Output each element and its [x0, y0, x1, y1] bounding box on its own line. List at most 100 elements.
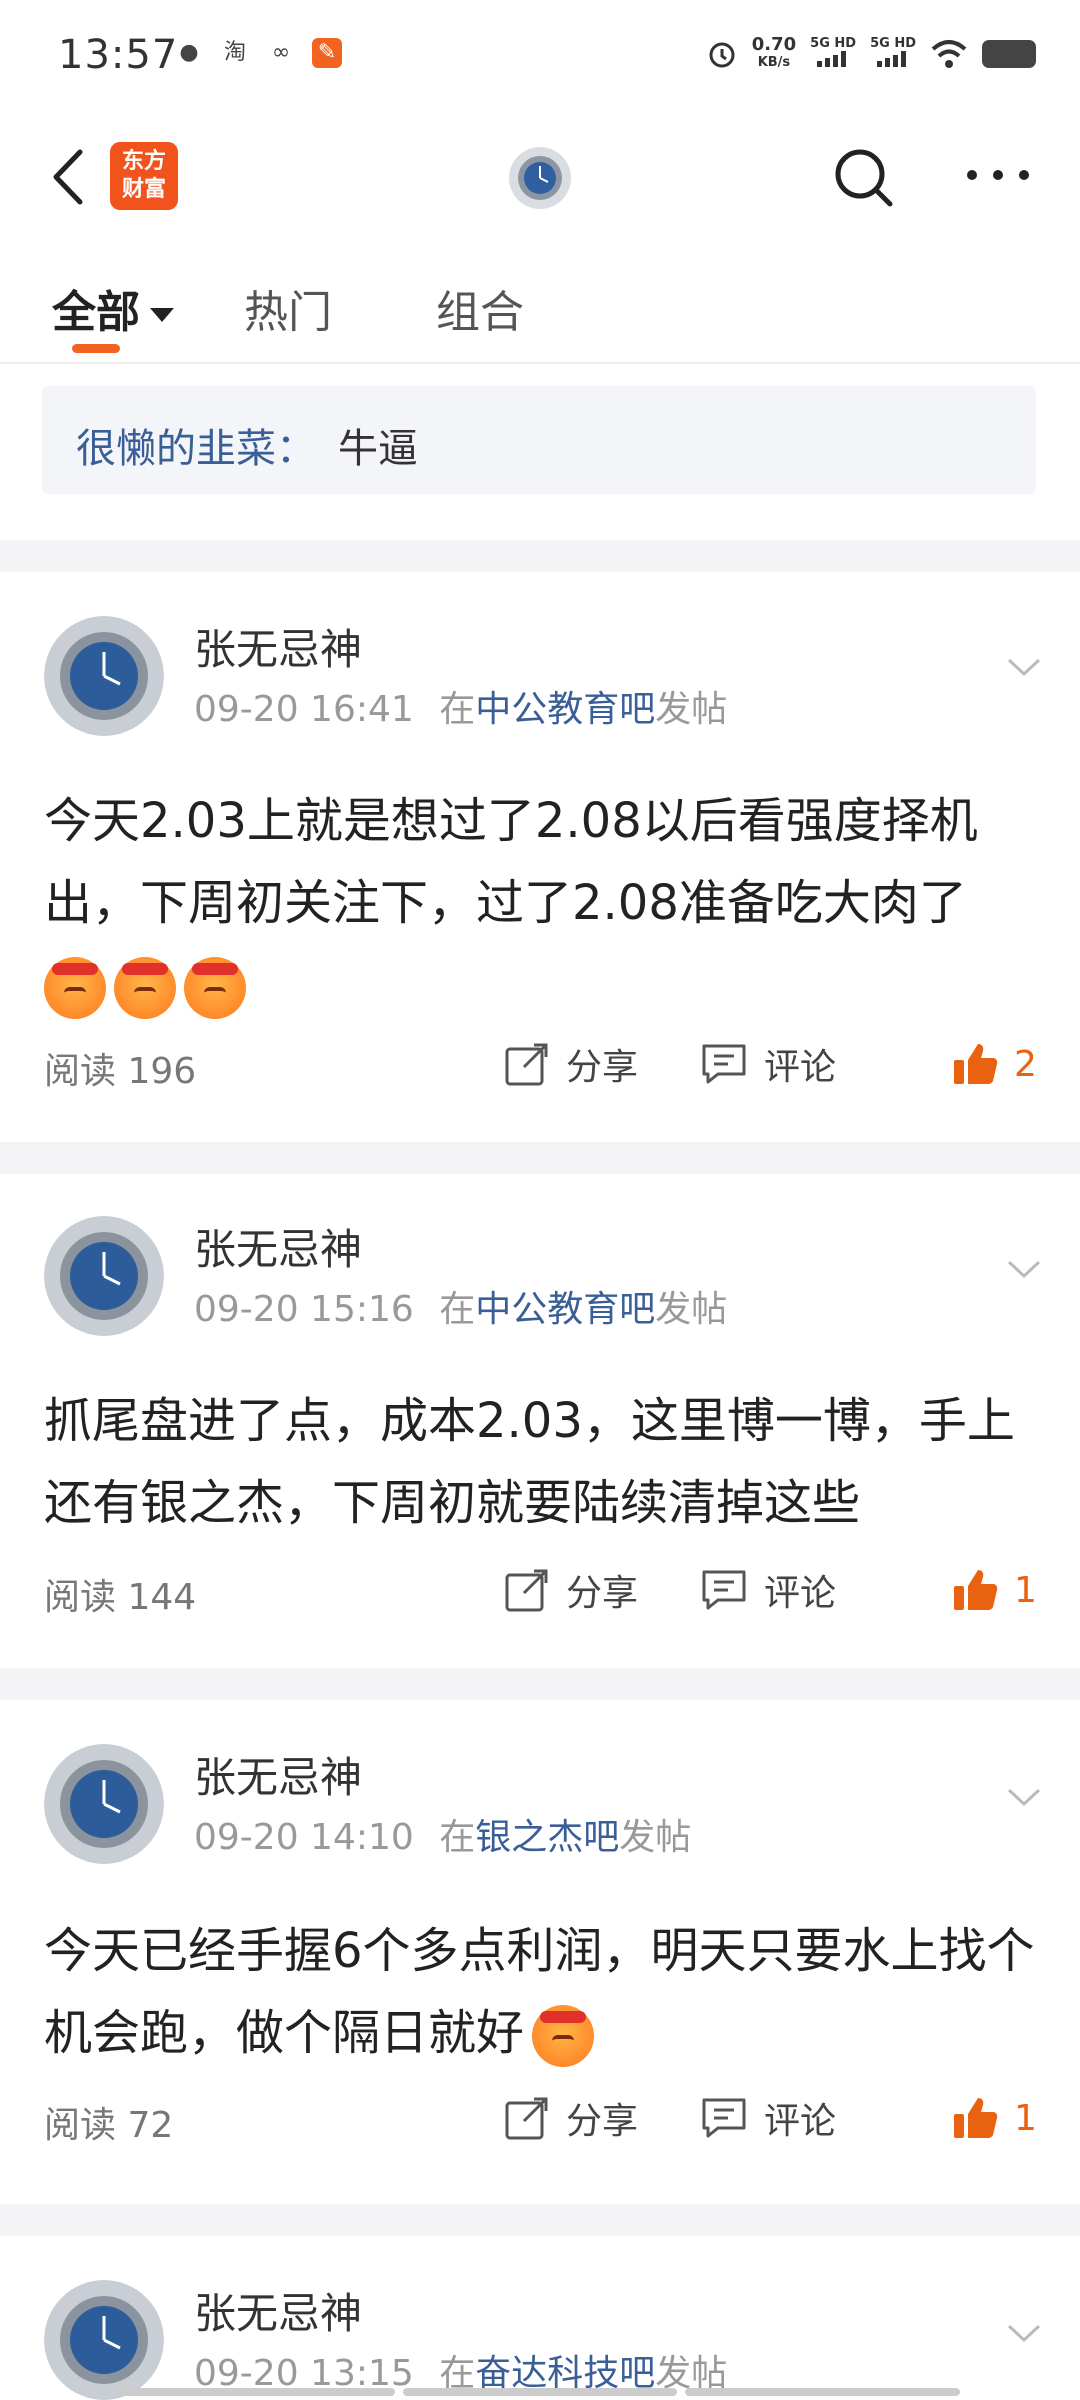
post-suffix: 发帖	[619, 1817, 692, 1858]
section-divider	[0, 1142, 1080, 1174]
app-badge-icon: ✎	[312, 38, 342, 68]
share-button[interactable]: 分享	[504, 1036, 638, 1092]
bar-link[interactable]: 银之杰吧	[475, 1817, 619, 1858]
link-icon: ∞	[271, 40, 291, 65]
post-card[interactable]: 张无忌神 09-20 16:41 在中公教育吧发帖 今天2.03上就是想过了2.…	[0, 572, 1080, 1142]
avatar[interactable]	[44, 1744, 164, 1864]
post-in: 在	[439, 1289, 476, 1330]
status-time: 13:57	[58, 32, 179, 78]
post-footer: 阅读 72 分享 评论 1	[0, 2090, 1080, 2150]
post-time: 09-20 14:10	[194, 1817, 414, 1858]
notification-icons: ● 淘 ∞ ✎	[174, 38, 342, 68]
quote-user[interactable]: 很懒的韭菜：	[76, 416, 316, 474]
thumbs-up-icon	[954, 1570, 998, 1610]
post-time: 09-20 15:16	[194, 1289, 414, 1330]
reply-quote[interactable]: 很懒的韭菜： 牛逼	[42, 386, 1036, 494]
post-meta: 09-20 16:41 在中公教育吧发帖	[194, 680, 727, 732]
post-time: 09-20 16:41	[194, 689, 414, 730]
post-content[interactable]: 今天2.03上就是想过了2.08以后看强度择机出，下周初关注下，过了2.08准备…	[44, 780, 1044, 1026]
like-button[interactable]: 1	[952, 1562, 1037, 1618]
comment-button[interactable]: 评论	[700, 1562, 836, 1618]
author-name[interactable]: 张无忌神	[194, 1216, 362, 1277]
chevron-down-icon[interactable]	[1006, 1786, 1042, 1808]
angry-emoji-icon	[44, 957, 106, 1019]
speed-value: 0.70	[751, 34, 797, 55]
post-content[interactable]: 今天已经手握6个多点利润，明天只要水上找个机会跑，做个隔日就好	[44, 1910, 1044, 2074]
wifi-icon	[931, 40, 967, 68]
like-button[interactable]: 1	[952, 2090, 1037, 2146]
author-name[interactable]: 张无忌神	[194, 1744, 362, 1805]
section-divider	[0, 540, 1080, 572]
share-icon	[505, 1043, 548, 1086]
share-icon	[505, 1569, 548, 1612]
tab-all-label: 全部	[52, 287, 140, 338]
signal-1: 5G HD	[810, 37, 856, 71]
network-speed: 0.70 KB/s	[752, 36, 796, 72]
quote-text: 牛逼	[338, 426, 418, 472]
comment-icon	[702, 1570, 746, 1610]
author-name[interactable]: 张无忌神	[194, 616, 362, 677]
post-meta: 09-20 15:16 在中公教育吧发帖	[194, 1280, 727, 1332]
comment-button[interactable]: 评论	[700, 1036, 836, 1092]
search-icon[interactable]	[828, 142, 900, 214]
post-suffix: 发帖	[655, 689, 728, 730]
angry-emoji-icon	[532, 2005, 595, 2067]
alarm-icon	[709, 42, 735, 68]
signal-icon	[817, 51, 847, 67]
network-label-2: 5G HD	[870, 36, 916, 51]
caret-down-icon	[150, 308, 174, 322]
comment-icon	[702, 2098, 746, 2138]
comment-icon	[702, 1044, 746, 1084]
post-card[interactable]: 张无忌神 09-20 15:16 在中公教育吧发帖 抓尾盘进了点，成本2.03，…	[0, 1174, 1080, 1668]
angry-emoji-icon	[114, 957, 176, 1019]
taobao-icon: 淘	[223, 40, 246, 65]
like-count: 2	[1014, 1043, 1037, 1085]
bar-link[interactable]: 中公教育吧	[475, 1289, 655, 1330]
chevron-down-icon[interactable]	[1006, 1258, 1042, 1280]
angry-emoji-icon	[184, 957, 246, 1019]
post-card[interactable]: 张无忌神 09-20 13:15 在奋达科技吧发帖	[0, 2236, 1080, 2400]
read-count: 阅读 196	[44, 1051, 197, 1092]
active-tab-indicator	[72, 344, 120, 353]
post-meta: 09-20 14:10 在银之杰吧发帖	[194, 1808, 691, 1860]
post-text: 今天2.03上就是想过了2.08以后看强度择机出，下周初关注下，过了2.08准备…	[44, 793, 978, 931]
status-bar: 13:57 ● 淘 ∞ ✎ 0.70 KB/s 5G HD 5G HD	[0, 0, 1080, 112]
app-notification-icon: ●	[179, 40, 199, 65]
tab-bar: 全部 热门 组合	[0, 254, 1080, 364]
share-label: 分享	[566, 1047, 639, 1088]
logo-line-1: 东方	[121, 149, 166, 174]
avatar[interactable]	[44, 616, 164, 736]
like-count: 1	[1014, 2097, 1037, 2139]
tab-portfolio[interactable]: 组合	[436, 276, 524, 340]
share-button[interactable]: 分享	[504, 1562, 638, 1618]
top-bar: 东方 财富	[0, 112, 1080, 242]
author-name[interactable]: 张无忌神	[194, 2280, 362, 2341]
like-button[interactable]: 2	[952, 1036, 1037, 1092]
tab-hot[interactable]: 热门	[244, 276, 332, 340]
bar-link[interactable]: 中公教育吧	[475, 689, 655, 730]
back-arrow-icon[interactable]	[44, 142, 94, 212]
thumbs-up-icon	[954, 1044, 998, 1084]
read-count: 阅读 144	[44, 1577, 197, 1618]
eastmoney-logo[interactable]: 东方 财富	[110, 142, 178, 210]
tab-all[interactable]: 全部	[52, 276, 174, 340]
chevron-down-icon[interactable]	[1006, 656, 1042, 678]
signal-2: 5G HD	[870, 37, 916, 71]
comment-label: 评论	[764, 1573, 837, 1614]
user-avatar[interactable]	[508, 146, 572, 210]
post-content[interactable]: 抓尾盘进了点，成本2.03，这里博一博，手上还有银之杰，下周初就要陆续清掉这些	[44, 1380, 1044, 1544]
avatar[interactable]	[44, 1216, 164, 1336]
avatar[interactable]	[44, 2280, 164, 2400]
more-icon[interactable]	[962, 160, 1034, 190]
post-in: 在	[439, 689, 476, 730]
read-count: 阅读 72	[44, 2105, 174, 2146]
share-icon	[505, 2097, 548, 2140]
comment-label: 评论	[764, 2101, 837, 2142]
speed-unit: KB/s	[757, 55, 791, 70]
post-card[interactable]: 张无忌神 09-20 14:10 在银之杰吧发帖 今天已经手握6个多点利润，明天…	[0, 1700, 1080, 2204]
comment-button[interactable]: 评论	[700, 2090, 836, 2146]
post-in: 在	[439, 1817, 476, 1858]
signal-icon	[877, 51, 907, 67]
share-button[interactable]: 分享	[504, 2090, 638, 2146]
chevron-down-icon[interactable]	[1006, 2322, 1042, 2344]
